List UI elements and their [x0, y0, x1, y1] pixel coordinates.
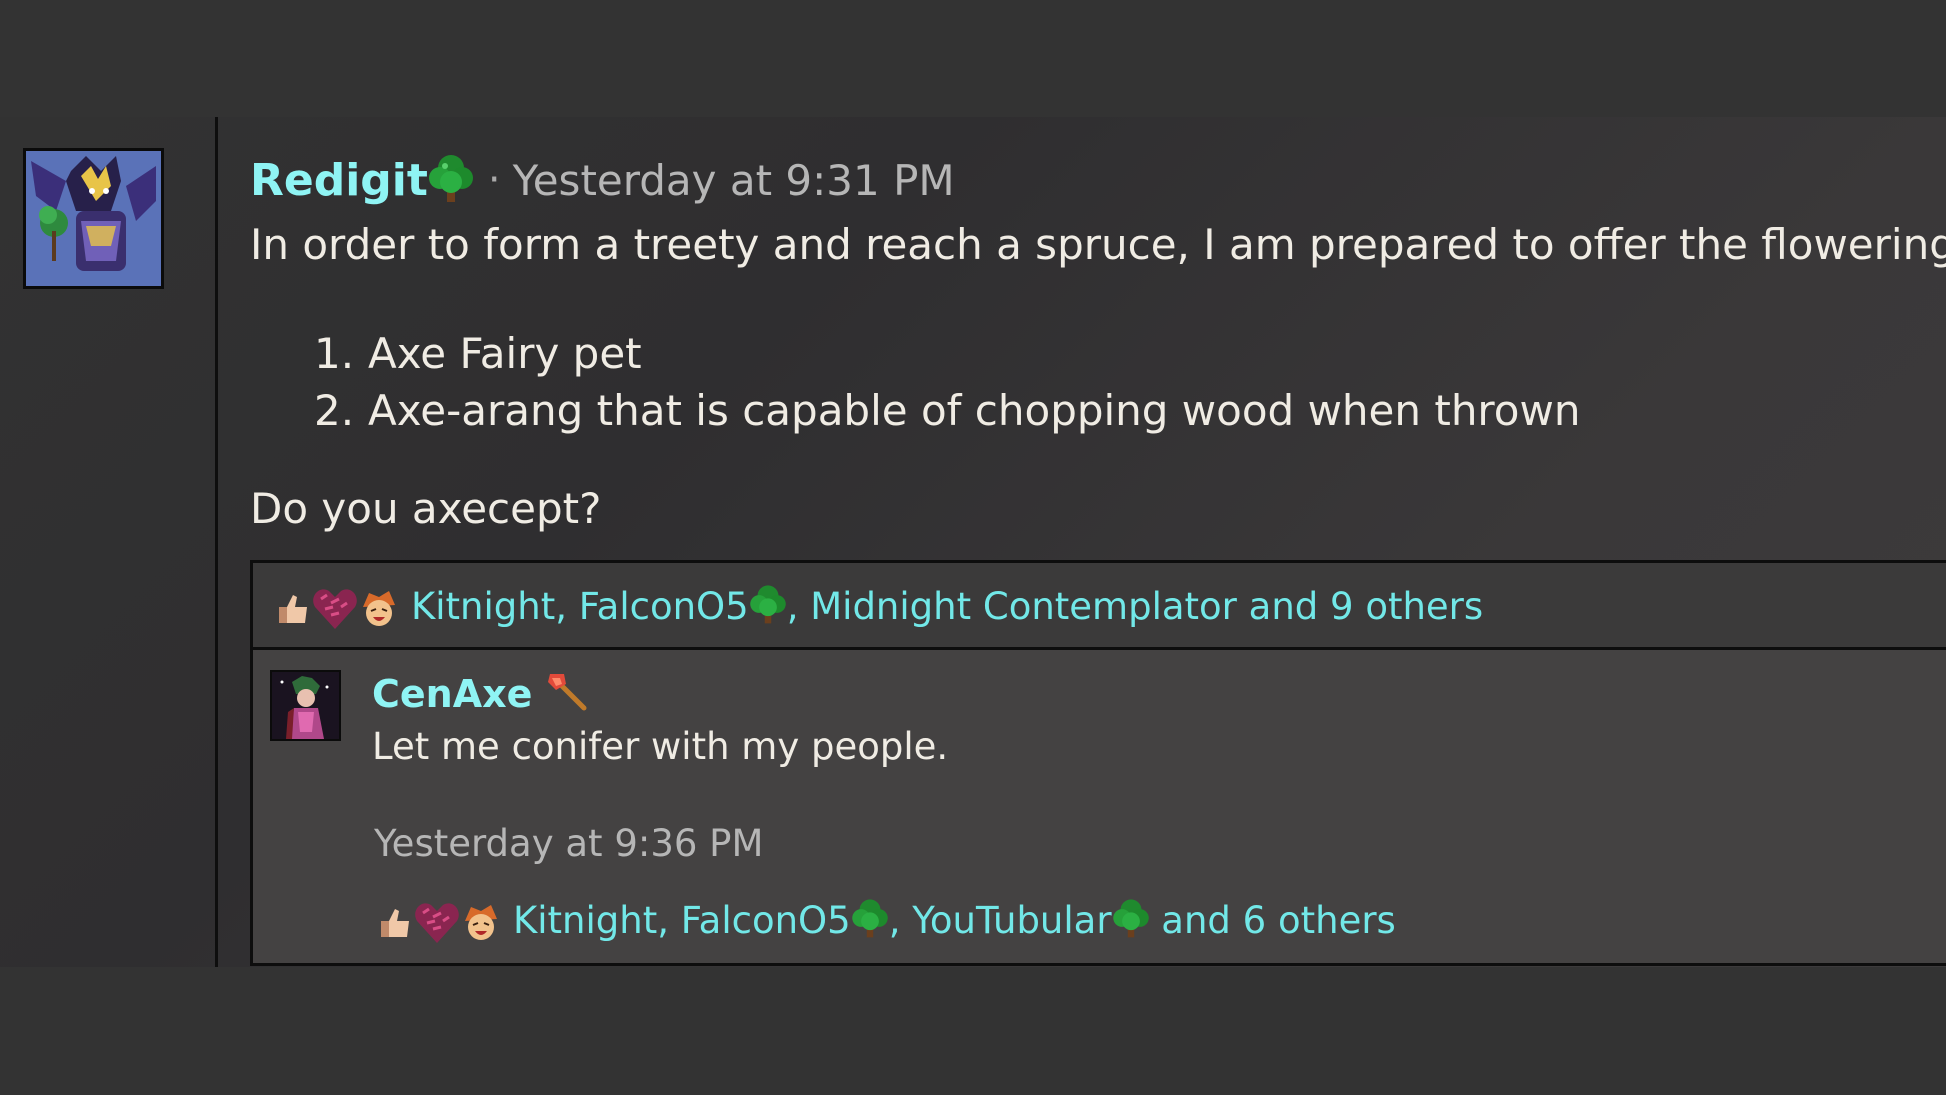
thumbs-up-icon [381, 908, 409, 937]
reactor-name[interactable]: Kitnight [513, 899, 657, 942]
reply-header: CenAxe [372, 672, 590, 716]
offer-list: 1. Axe Fairy pet 2. Axe-arang that is capa… [314, 325, 1580, 439]
reply-reactions[interactable]: Kitnight, FalconO5, YouTubular and 6 oth… [377, 897, 1396, 948]
reply-avatar[interactable] [270, 670, 341, 741]
reaction-icons[interactable] [377, 899, 501, 947]
reaction-separator: , [786, 585, 811, 628]
reactor-name[interactable]: FalconO5 [681, 899, 851, 942]
list-item: 2. Axe-arang that is capable of chopping … [314, 382, 1580, 439]
post-username[interactable]: Redigit [250, 155, 428, 206]
post-header: Redigit · Yesterday at 9:31 PM [250, 150, 955, 210]
heart-icon [415, 902, 459, 943]
tree-icon [1112, 897, 1150, 948]
laughing-face-icon [465, 904, 497, 940]
reaction-names[interactable]: Kitnight, FalconO5, YouTubular and 6 oth… [513, 897, 1396, 948]
axe-icon [546, 672, 590, 716]
post-timestamp[interactable]: Yesterday at 9:31 PM [513, 156, 955, 205]
separator-dot: · [487, 157, 501, 203]
post-body: In order to form a treety and reach a sp… [250, 220, 1946, 269]
avatar[interactable] [23, 148, 164, 289]
list-number: 1. [314, 329, 355, 378]
divider-line [215, 117, 218, 967]
list-item: 1. Axe Fairy pet [314, 325, 1580, 382]
reply-body: Let me conifer with my people. [372, 725, 949, 768]
reaction-names[interactable]: Kitnight, FalconO5, Midnight Contemplato… [411, 583, 1483, 634]
page: Redigit · Yesterday at 9:31 PM In order … [0, 0, 1946, 1095]
reaction-others[interactable]: and 9 others [1237, 585, 1484, 628]
reaction-others[interactable]: and 6 others [1150, 899, 1396, 942]
reaction-separator: , [555, 585, 579, 628]
reactor-name[interactable]: Midnight Contemplator [810, 585, 1237, 628]
reaction-separator: , [888, 899, 913, 942]
list-number: 2. [314, 386, 355, 435]
reaction-icons[interactable] [275, 585, 399, 633]
reactor-name[interactable]: FalconO5 [579, 585, 749, 628]
laughing-face-icon [363, 590, 395, 626]
list-text: Axe Fairy pet [368, 329, 642, 378]
reaction-separator: , [657, 899, 681, 942]
heart-icon [313, 588, 357, 629]
reply-timestamp[interactable]: Yesterday at 9:36 PM [374, 822, 763, 865]
tree-icon [749, 583, 787, 634]
reactor-name[interactable]: Kitnight [411, 585, 555, 628]
tree-icon [428, 152, 474, 208]
tree-icon [851, 897, 889, 948]
reply-username[interactable]: CenAxe [372, 672, 532, 716]
thumbs-up-icon [279, 594, 307, 623]
reactor-name[interactable]: YouTubular [912, 899, 1111, 942]
post-reactions[interactable]: Kitnight, FalconO5, Midnight Contemplato… [275, 583, 1483, 634]
list-text: Axe-arang that is capable of chopping wo… [368, 386, 1581, 435]
post-question: Do you axecept? [250, 484, 602, 533]
